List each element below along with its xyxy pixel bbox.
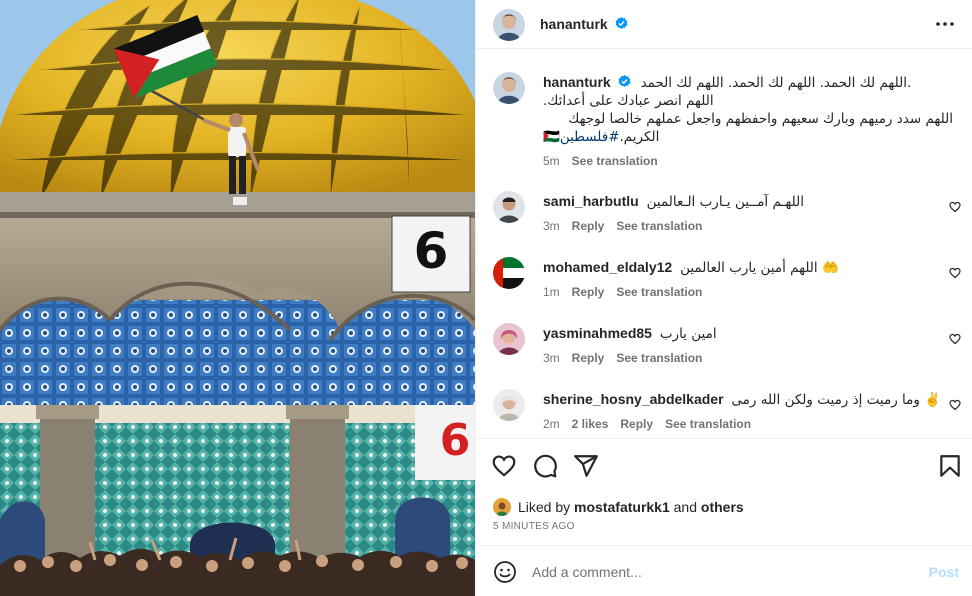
see-translation-button[interactable]: See translation — [616, 285, 702, 299]
comment-likes-count[interactable]: 2 likes — [572, 417, 609, 431]
author-avatar[interactable] — [493, 9, 525, 41]
comment-meta: 1m Reply See translation — [543, 285, 938, 299]
comment-meta: 2m 2 likes Reply See translation — [543, 417, 953, 431]
reply-button[interactable]: Reply — [572, 285, 605, 299]
likes-summary: Liked by mostafaturkk1 and others — [493, 496, 744, 518]
dome-of-the-rock-photo: 6 6 — [0, 0, 475, 596]
post-actions-bar — [476, 440, 972, 492]
post-image[interactable]: 6 6 — [0, 0, 475, 596]
liker-username[interactable]: mostafaturkk1 — [574, 499, 670, 515]
emoji-icon[interactable] — [493, 560, 517, 584]
author-username[interactable]: hananturk — [540, 16, 608, 32]
commenter-avatar[interactable] — [493, 257, 525, 289]
avatar-image — [493, 498, 511, 516]
comment-text: اللهم أمين يارب العالمين 🤲 — [680, 260, 839, 276]
caption-text-line2: اللهم انصر عبادك على أعدائك. — [543, 93, 714, 109]
comment-like-heart-icon[interactable] — [949, 333, 961, 345]
comment-time[interactable]: 3m — [543, 351, 560, 365]
uae-flag-avatar-icon — [493, 257, 525, 289]
comment-meta: 3m Reply See translation — [543, 351, 938, 365]
comment-line: sherine_hosny_abdelkader وما رميت إذ رمي… — [543, 390, 953, 409]
comment-line: mohamed_eldaly12 اللهم أمين يارب العالمي… — [543, 258, 938, 277]
see-translation-button[interactable]: See translation — [616, 219, 702, 233]
post-header: hananturk — [476, 0, 972, 49]
comment-input[interactable] — [532, 561, 912, 583]
post-comment-button[interactable]: Post — [929, 564, 959, 580]
share-icon[interactable] — [573, 453, 599, 479]
comment-body: sami_harbutlu اللهـم آمــين يـارب الـعال… — [543, 192, 938, 233]
post-details-panel: hananturk hananturk اللهم لك الحمد. الله… — [475, 0, 972, 596]
comment-like-heart-icon[interactable] — [949, 267, 961, 279]
likes-prefix: Liked by — [518, 499, 571, 515]
comment-body: sherine_hosny_abdelkader وما رميت إذ رمي… — [543, 390, 953, 431]
caption-text-line3: اللهم سدد رميهم وبارك سعيهم واحفظهم واجع… — [568, 111, 953, 127]
commenter-avatar[interactable] — [493, 191, 525, 223]
caption-text-line4: الكريم.#فلسطين🇵🇸 — [543, 128, 953, 146]
comment-username[interactable]: yasminahmed85 — [543, 325, 652, 341]
more-options-icon[interactable] — [933, 14, 957, 34]
comment-text: وما رميت إذ رميت ولكن الله رمى ✌️ — [731, 392, 942, 408]
reply-button[interactable]: Reply — [572, 351, 605, 365]
avatar-image — [493, 72, 525, 104]
comment-text: امين يارب — [659, 326, 717, 342]
likes-others-link[interactable]: others — [701, 499, 744, 515]
verified-badge-icon — [615, 17, 628, 29]
author-name-group: hananturk — [540, 16, 628, 34]
caption-meta: 5m See translation — [543, 154, 953, 168]
caption-username[interactable]: hananturk — [543, 74, 611, 90]
bookmark-icon[interactable] — [937, 453, 963, 479]
avatar-image — [493, 323, 525, 355]
likes-joiner: and — [673, 499, 697, 515]
comment-meta: 3m Reply See translation — [543, 219, 938, 233]
svg-text:6: 6 — [414, 222, 449, 280]
caption-body: hananturk اللهم لك الحمد. اللهم لك الحمد… — [543, 73, 953, 168]
caption-first-line: hananturk اللهم لك الحمد. اللهم لك الحمد… — [543, 73, 953, 92]
comment-time[interactable]: 1m — [543, 285, 560, 299]
caption-hashtag[interactable]: #فلسطين🇵🇸 — [543, 129, 620, 145]
comment-like-heart-icon[interactable] — [949, 399, 961, 411]
add-comment-bar: Post — [476, 545, 972, 596]
heart-icon[interactable] — [491, 453, 517, 479]
caption-author-avatar[interactable] — [493, 72, 525, 104]
comment-time[interactable]: 3m — [543, 219, 560, 233]
comment-body: mohamed_eldaly12 اللهم أمين يارب العالمي… — [543, 258, 938, 299]
avatar-image — [493, 9, 525, 41]
comment-line: sami_harbutlu اللهـم آمــين يـارب الـعال… — [543, 192, 938, 211]
commenter-avatar[interactable] — [493, 389, 525, 421]
svg-text:6: 6 — [440, 415, 471, 466]
caption-time[interactable]: 5m — [543, 154, 560, 168]
post-timestamp[interactable]: 5 minutes ago — [493, 521, 575, 532]
comment-icon[interactable] — [532, 453, 558, 479]
liker-avatar[interactable] — [493, 498, 511, 516]
comment-line: yasminahmed85 امين يارب — [543, 324, 938, 343]
caption-text-line4-a: الكريم. — [619, 129, 660, 145]
comment-like-heart-icon[interactable] — [949, 201, 961, 213]
comment-time[interactable]: 2m — [543, 417, 560, 431]
comment-body: yasminahmed85 امين يارب 3m Reply See tra… — [543, 324, 938, 365]
caption-see-translation[interactable]: See translation — [572, 154, 658, 168]
verified-badge-icon — [618, 75, 631, 87]
see-translation-button[interactable]: See translation — [665, 417, 751, 431]
comments-section[interactable]: hananturk اللهم لك الحمد. اللهم لك الحمد… — [476, 50, 972, 439]
reply-button[interactable]: Reply — [620, 417, 653, 431]
comment-text: اللهـم آمــين يـارب الـعالمين — [646, 194, 804, 210]
see-translation-button[interactable]: See translation — [616, 351, 702, 365]
comment-username[interactable]: mohamed_eldaly12 — [543, 259, 672, 275]
caption-text-line1: اللهم لك الحمد. اللهم لك الحمد. اللهم لك… — [640, 75, 912, 91]
avatar-image — [493, 389, 525, 421]
comment-username[interactable]: sami_harbutlu — [543, 193, 639, 209]
commenter-avatar[interactable] — [493, 323, 525, 355]
avatar-image — [493, 191, 525, 223]
comment-username[interactable]: sherine_hosny_abdelkader — [543, 391, 724, 407]
reply-button[interactable]: Reply — [572, 219, 605, 233]
